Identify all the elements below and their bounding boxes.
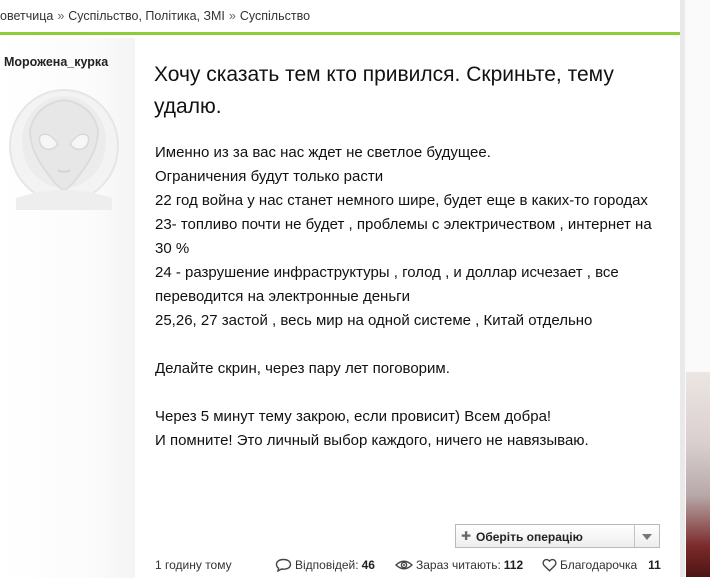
breadcrumb-separator: »: [57, 9, 65, 23]
post-body-line: 24 - разрушение инфраструктуры , голод ,…: [155, 264, 619, 305]
thanks-count: 11: [648, 558, 661, 572]
speech-bubble-icon: [275, 558, 292, 572]
operation-select-label: Оберіть операцію: [476, 530, 583, 544]
plus-icon: ✚: [461, 529, 472, 543]
thanks-label: Благодарочка: [560, 558, 638, 572]
replies-label: Відповідей:: [295, 558, 359, 572]
post-body-line: [155, 381, 655, 405]
post-body-line: Именно из за вас нас ждет не светлое буд…: [155, 144, 491, 161]
forum-post: Морожена_курка Хочу сказать тем кто прив…: [0, 32, 680, 580]
eye-icon: [395, 560, 413, 570]
breadcrumb-item-1[interactable]: Суспільство, Політика, ЗМІ: [68, 9, 225, 23]
post-body-line: Ограничения будут только расти: [155, 168, 384, 185]
breadcrumb-item-2[interactable]: Суспільство: [240, 9, 310, 23]
side-advert-image: [680, 0, 710, 577]
post-body-line: 25,26, 27 застой , весь мир на одной сис…: [155, 312, 593, 329]
post-body-line: 22 год война у нас станет немного шире, …: [155, 192, 648, 209]
heart-icon: [542, 558, 557, 572]
post-body-line: [155, 333, 655, 357]
post-footer: 1 годину тому Відповідей: 46 Зараз читаю…: [155, 558, 675, 574]
breadcrumb-separator: »: [228, 9, 236, 23]
reading-count: 112: [503, 558, 524, 572]
post-title: Хочу сказать тем кто привился. Скриньте,…: [154, 63, 614, 118]
post-time: 1 годину тому: [155, 558, 232, 572]
post-body-line: Через 5 минут тему закрою, если провисит…: [155, 408, 552, 425]
replies-link[interactable]: Відповідей: 46: [275, 558, 375, 572]
breadcrumb-item-0[interactable]: оветчица: [0, 9, 53, 23]
reading-now: Зараз читають: 112: [395, 558, 523, 572]
operation-select[interactable]: ✚ Оберіть операцію: [455, 524, 660, 548]
avatar[interactable]: [8, 86, 120, 210]
side-advert-fragment: [686, 372, 710, 577]
alien-avatar-icon: [9, 89, 119, 210]
post-body-line: И помните! Это личный выбор каждого, нич…: [155, 432, 589, 449]
chevron-down-icon[interactable]: [634, 525, 659, 547]
post-body-line: Делайте скрин, через пару лет поговорим.: [155, 360, 450, 377]
thanks-button[interactable]: Благодарочка 11: [542, 558, 661, 572]
replies-count: 46: [361, 558, 375, 572]
post-author-panel: Морожена_курка: [0, 38, 135, 578]
side-divider: [680, 0, 685, 577]
author-username[interactable]: Морожена_курка: [4, 55, 108, 69]
breadcrumb: оветчица » Суспільство, Політика, ЗМІ» Сусп…: [0, 0, 680, 32]
post-body: Именно из за вас нас ждет не светлое буд…: [155, 141, 655, 453]
post-body-line: 23- топливо почти не будет , проблемы с …: [155, 216, 652, 257]
post-time-text: 1 годину тому: [155, 558, 232, 572]
reading-label: Зараз читають:: [416, 558, 501, 572]
